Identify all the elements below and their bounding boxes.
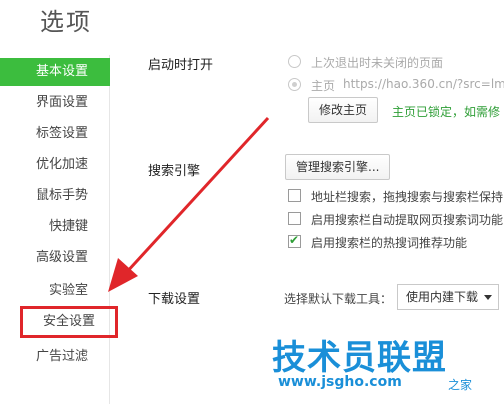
watermark-url: www.jsgho.com <box>278 374 402 390</box>
sidebar-item-advanced[interactable]: 高级设置 <box>0 244 110 272</box>
sidebar-item-basic[interactable]: 基本设置 <box>0 58 110 86</box>
download-label: 下载设置 <box>148 292 201 307</box>
hot-search-label: 启用搜索栏的热搜词推荐功能 <box>311 236 468 250</box>
auto-extract-label: 启用搜索栏自动提取网页搜索词功能 <box>311 213 504 227</box>
search-label: 搜索引擎 <box>148 164 201 179</box>
sidebar-item-shortcuts[interactable]: 快捷键 <box>0 213 110 241</box>
startup-last-session-label: 上次退出时未关闭的页面 <box>311 56 444 70</box>
homepage-locked-note: 主页已锁定，如需修 <box>392 105 501 119</box>
sidebar-item-security[interactable]: 安全设置 <box>20 306 118 338</box>
startup-homepage-label: 主页 <box>311 79 336 93</box>
sidebar-item-optimize[interactable]: 优化加速 <box>0 151 110 179</box>
sidebar-item-adblock[interactable]: 广告过滤 <box>0 343 110 371</box>
download-tool-label: 选择默认下载工具： <box>284 292 393 306</box>
address-bar-search-label: 地址栏搜索，拖拽搜索与搜索栏保持 <box>311 190 504 204</box>
sidebar-item-tabs[interactable]: 标签设置 <box>0 120 110 148</box>
page-title: 选项 <box>40 8 92 36</box>
startup-homepage-radio[interactable] <box>288 78 301 91</box>
watermark-brand: 技术员联盟 <box>272 338 447 378</box>
startup-last-session-radio[interactable] <box>288 55 301 68</box>
modify-homepage-button[interactable]: 修改主页 <box>308 97 379 123</box>
manage-search-engines-button[interactable]: 管理搜索引擎... <box>285 154 391 180</box>
homepage-url: https://hao.360.cn/?src=lm <box>343 77 504 91</box>
auto-extract-checkbox[interactable] <box>288 212 301 225</box>
startup-label: 启动时打开 <box>148 58 214 73</box>
sidebar-item-mouse-gesture[interactable]: 鼠标手势 <box>0 182 110 210</box>
download-tool-value: 使用内建下载 <box>406 290 479 304</box>
watermark-suffix: 之家 <box>448 378 473 392</box>
sidebar-item-interface[interactable]: 界面设置 <box>0 89 110 117</box>
address-bar-search-checkbox[interactable] <box>288 189 301 202</box>
download-tool-select[interactable]: 使用内建下载 <box>397 284 500 310</box>
sidebar: 基本设置 界面设置 标签设置 优化加速 鼠标手势 快捷键 高级设置 实验室 安全… <box>0 55 118 404</box>
hot-search-checkbox[interactable]: ✔ <box>288 233 301 248</box>
chevron-down-icon <box>484 295 493 300</box>
sidebar-item-lab[interactable]: 实验室 <box>0 277 110 305</box>
checkmark-icon: ✔ <box>289 233 300 247</box>
